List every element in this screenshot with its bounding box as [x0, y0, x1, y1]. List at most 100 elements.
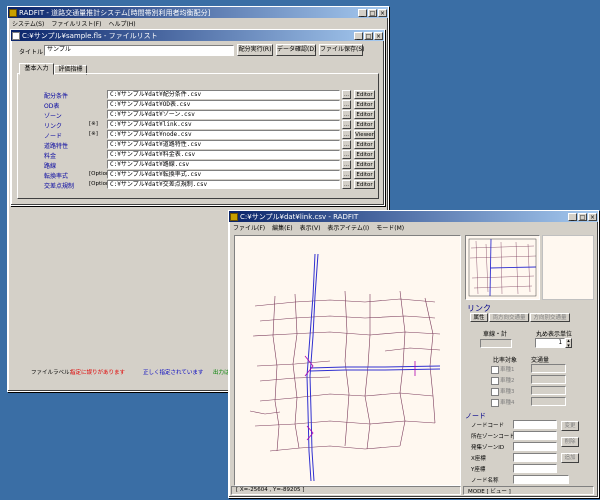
node-field-input[interactable]	[513, 464, 557, 473]
title-label: タイトル	[19, 49, 44, 56]
link-tab-attribute[interactable]: 属性	[470, 313, 488, 322]
browse-button[interactable]: …	[342, 120, 351, 129]
row-label: 転換率式	[44, 173, 69, 180]
node-field-input[interactable]	[513, 475, 569, 484]
row-path-input[interactable]: C:¥サンプル¥dat¥路線.csv	[107, 160, 340, 169]
node-change-button[interactable]: 変更	[561, 421, 579, 431]
overview-map[interactable]	[465, 235, 540, 300]
link-tab-both-volume[interactable]: 両方向交通量	[489, 313, 529, 322]
vehicle-checkbox[interactable]	[491, 388, 499, 396]
browse-button[interactable]: …	[342, 180, 351, 189]
vehicle-volume	[531, 397, 566, 406]
row-path-input[interactable]: C:¥サンプル¥dat¥交差点規制.csv	[107, 180, 340, 189]
row-path-input[interactable]: C:¥サンプル¥dat¥ゾーン.csv	[107, 110, 340, 119]
vehicle-volume	[531, 375, 566, 384]
row-path-input[interactable]: C:¥サンプル¥dat¥料金表.csv	[107, 150, 340, 159]
browse-button[interactable]: …	[342, 130, 351, 139]
menu-help[interactable]: ヘルプ(H)	[108, 19, 135, 28]
vehicle-checkbox[interactable]	[491, 377, 499, 385]
node-field-input[interactable]	[513, 453, 557, 462]
node-field-input[interactable]	[513, 431, 557, 440]
editor-button[interactable]: Editor	[354, 160, 375, 169]
title-input[interactable]: サンプル	[44, 45, 234, 56]
filelist-maximize-button[interactable]: □	[364, 31, 373, 40]
lane-label: 車線・計	[483, 331, 508, 338]
coords-statusbar: [ X=-25604 , Y=-89205 ]	[231, 486, 461, 495]
status-label: ファイルラベル：	[31, 370, 76, 376]
filelist-minimize-button[interactable]: _	[354, 31, 363, 40]
browse-button[interactable]: …	[342, 170, 351, 179]
main-titlebar[interactable]: RADFIT - 道路交通量推計システム[時間帯別利用者均衡配分] _ □ ×	[8, 7, 388, 18]
row-label: 道路特性	[44, 143, 69, 150]
editor-button[interactable]: Editor	[354, 170, 375, 179]
main-window-title: RADFIT - 道路交通量推計システム[時間帯別利用者均衡配分]	[19, 8, 211, 17]
editor-button[interactable]: Editor	[354, 120, 375, 129]
row-label: ノード	[44, 133, 63, 140]
editor-button[interactable]: Editor	[354, 180, 375, 189]
browse-button[interactable]: …	[342, 110, 351, 119]
row-path-input[interactable]: C:¥サンプル¥dat¥OD表.csv	[107, 100, 340, 109]
node-delete-button[interactable]: 削除	[561, 437, 579, 447]
mode-readout: MODE [ ビュー ]	[468, 489, 511, 495]
row-path-input[interactable]: C:¥サンプル¥dat¥配分条件.csv	[107, 90, 340, 99]
link-menu-file[interactable]: ファイル(F)	[233, 223, 265, 232]
editor-button[interactable]: Editor	[354, 150, 375, 159]
browse-button[interactable]: …	[342, 150, 351, 159]
filelist-window: C:¥サンプル¥sample.fls - ファイルリスト _ □ × タイトル …	[10, 29, 385, 206]
row-path-input[interactable]: C:¥サンプル¥dat¥転換率式.csv	[107, 170, 340, 179]
overview-highlight	[489, 238, 537, 297]
row-path-input[interactable]: C:¥サンプル¥dat¥道路特性.csv	[107, 140, 340, 149]
editor-button[interactable]: Editor	[354, 90, 375, 99]
network-map[interactable]	[234, 235, 461, 486]
editor-button[interactable]: Editor	[354, 100, 375, 109]
round-input[interactable]: 1	[535, 338, 565, 348]
node-field-input[interactable]	[513, 420, 557, 429]
browse-button[interactable]: …	[342, 160, 351, 169]
node-field-input[interactable]	[513, 442, 557, 451]
link-tab-direction-volume[interactable]: 方向別交通量	[530, 313, 570, 322]
link-titlebar[interactable]: C:¥サンプル¥dat¥link.csv - RADFIT _ □ ×	[229, 211, 598, 222]
link-window-title: C:¥サンプル¥dat¥link.csv - RADFIT	[240, 212, 359, 221]
tab-basic-input[interactable]: 基本入力	[19, 63, 54, 75]
filelist-titlebar[interactable]: C:¥サンプル¥sample.fls - ファイルリスト _ □ ×	[11, 30, 384, 41]
main-menubar: システム(S) ファイルリスト(F) ヘルプ(H)	[8, 18, 388, 28]
link-close-button[interactable]: ×	[588, 212, 597, 221]
link-menu-mode[interactable]: モード(M)	[376, 223, 404, 232]
status-ok: 正しく指定されています	[143, 370, 204, 376]
browse-button[interactable]: …	[342, 140, 351, 149]
editor-button[interactable]: Editor	[354, 140, 375, 149]
vehicle-checkbox[interactable]	[491, 366, 499, 374]
close-button[interactable]: ×	[378, 8, 387, 17]
app-icon	[9, 8, 17, 17]
menu-system[interactable]: システム(S)	[12, 19, 44, 28]
round-spinner[interactable]: ▴ ▾	[565, 338, 572, 349]
row-path-input[interactable]: C:¥サンプル¥dat¥link.csv	[107, 120, 340, 129]
maximize-button[interactable]: □	[368, 8, 377, 17]
node-add-button[interactable]: 追加	[561, 453, 579, 463]
thumbnail-placeholder	[542, 235, 594, 300]
node-field-label: X座標	[471, 456, 486, 462]
editor-button[interactable]: Editor	[354, 110, 375, 119]
vehicle-checkbox[interactable]	[491, 399, 499, 407]
vehicle-label: 車種2	[500, 378, 515, 384]
link-maximize-button[interactable]: □	[578, 212, 587, 221]
save-button[interactable]: ファイル保存(S)	[319, 44, 365, 56]
browse-button[interactable]: …	[342, 100, 351, 109]
run-button[interactable]: 配分実行(R)	[237, 44, 273, 56]
network-map-svg	[249, 253, 441, 482]
check-button[interactable]: データ確認(D)	[276, 44, 316, 56]
node-field-label: ノード名称	[471, 478, 499, 484]
link-menu-items[interactable]: 表示アイテム(I)	[327, 223, 369, 232]
menu-filelist[interactable]: ファイルリスト(F)	[51, 19, 101, 28]
mode-statusbar: MODE [ ビュー ]	[463, 486, 594, 495]
link-menu-edit[interactable]: 編集(E)	[272, 223, 292, 232]
browse-button[interactable]: …	[342, 90, 351, 99]
filelist-close-button[interactable]: ×	[374, 31, 383, 40]
editor-button[interactable]: Viewer	[354, 130, 375, 139]
row-label: 路線	[44, 163, 57, 170]
link-network	[249, 290, 441, 452]
minimize-button[interactable]: _	[358, 8, 367, 17]
link-menu-view[interactable]: 表示(V)	[300, 223, 321, 232]
link-minimize-button[interactable]: _	[568, 212, 577, 221]
row-path-input[interactable]: C:¥サンプル¥dat¥node.csv	[107, 130, 340, 139]
